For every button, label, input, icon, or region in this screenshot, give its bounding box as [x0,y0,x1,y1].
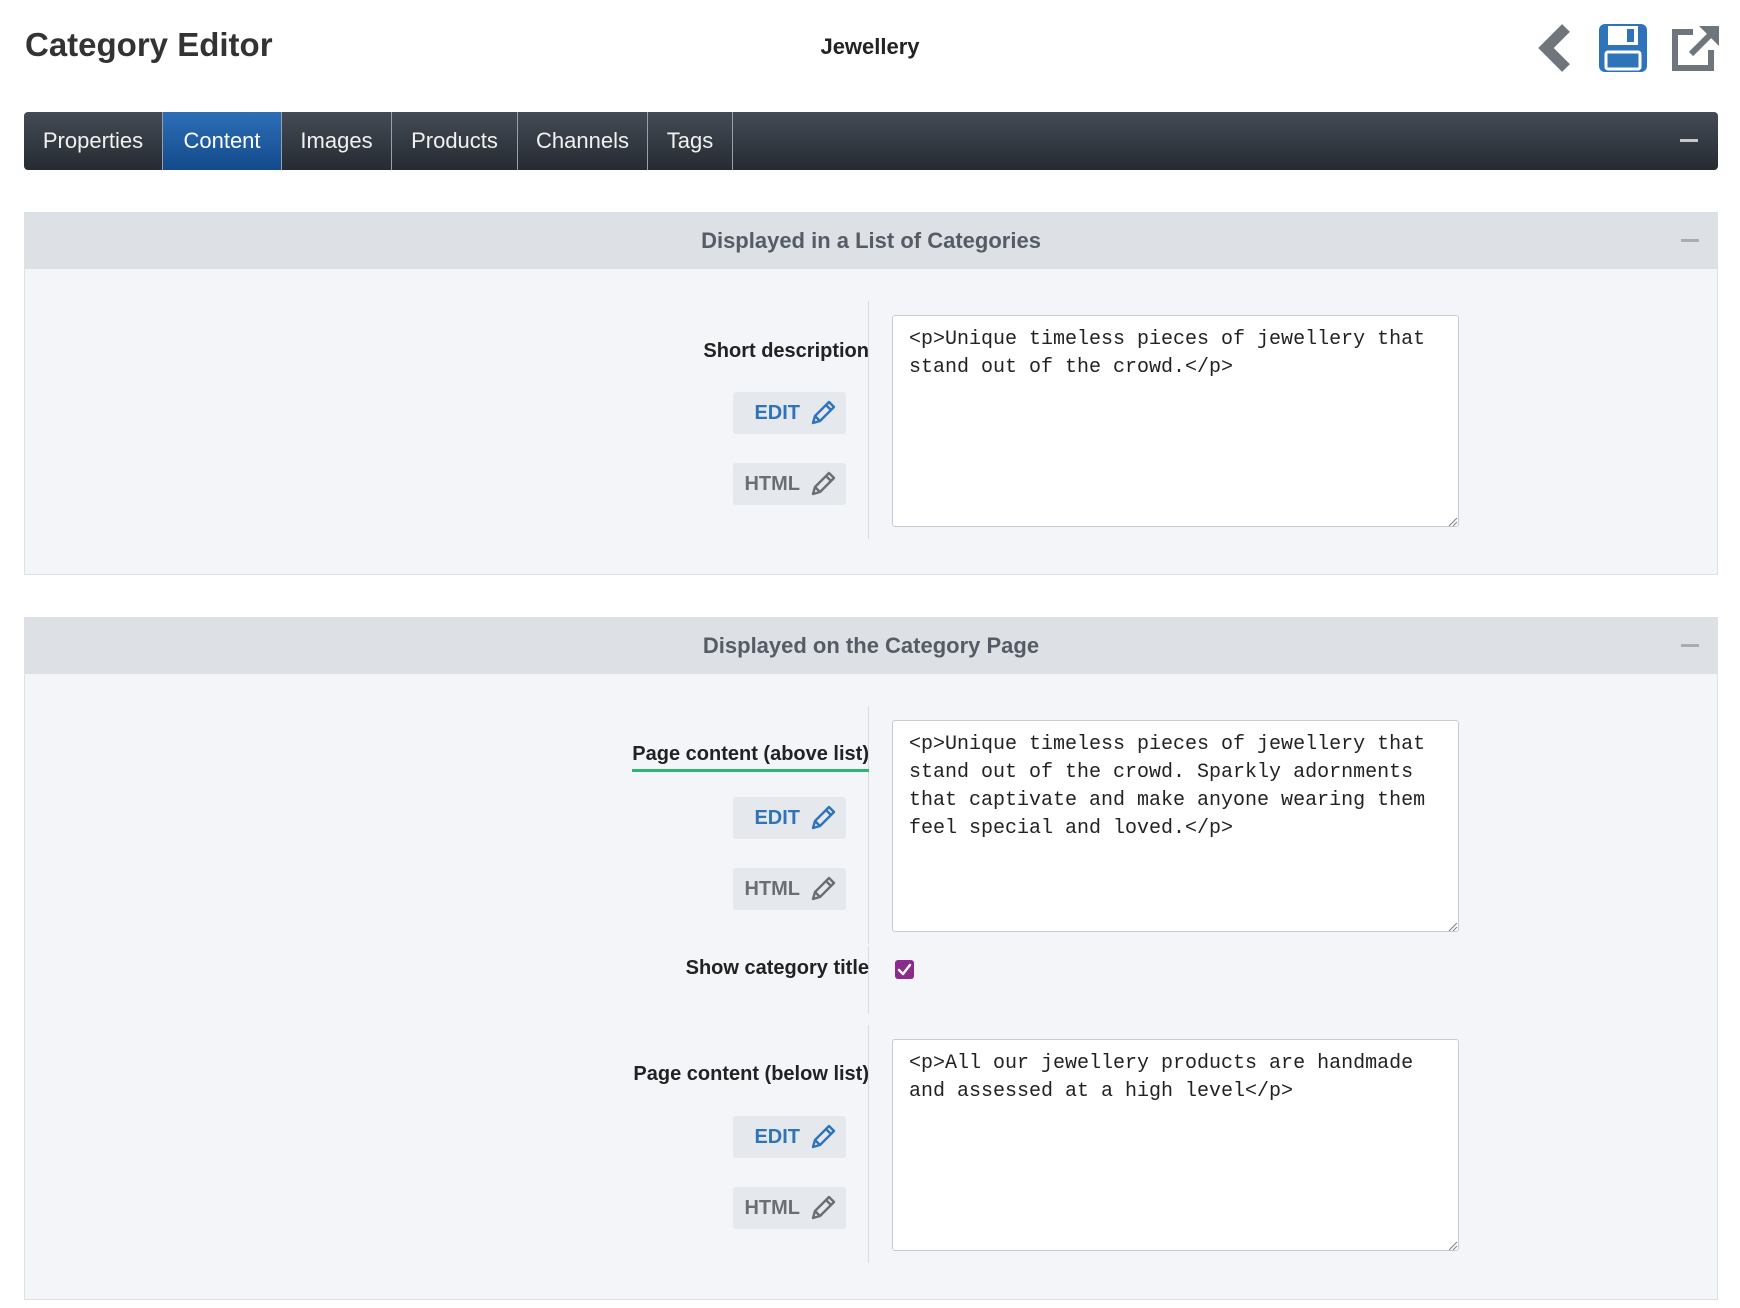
panel-collapse-button[interactable] [1681,239,1699,242]
pencil-icon [811,1124,836,1149]
panel-title: Displayed on the Category Page [702,633,1040,658]
column-divider [868,1025,869,1263]
edit-button-label: EDIT [754,1125,800,1148]
content-above-edit-button[interactable]: EDIT [733,797,846,839]
tab-bar: Properties Content Images Products Chann… [24,112,1718,170]
resize-grip-icon[interactable] [1446,1239,1458,1251]
content-above-label: Page content (above list) [632,743,869,772]
column-divider [868,301,869,539]
resize-grip-icon[interactable] [1446,515,1458,527]
html-button-label: HTML [744,472,800,495]
checkmark-icon [897,963,912,976]
floppy-disk-icon [1599,24,1647,72]
tab-content[interactable]: Content [163,112,282,170]
page-header: Category Editor Jewellery [0,0,1740,96]
pencil-icon [811,1195,836,1220]
chevron-left-icon [1538,24,1570,72]
panel-header: Displayed in a List of Categories [25,213,1717,269]
panel-header: Displayed on the Category Page [25,618,1717,674]
panel-title: Displayed in a List of Categories [701,228,1041,253]
panel-collapse-button[interactable] [1681,644,1699,647]
html-button-label: HTML [744,877,800,900]
tab-products[interactable]: Products [392,112,518,170]
tabbar-collapse-button[interactable] [1680,139,1698,142]
show-title-label: Show category title [685,957,869,979]
column-divider [868,706,869,944]
short-description-textarea[interactable]: <p>Unique timeless pieces of jewellery t… [892,315,1459,527]
tab-channels[interactable]: Channels [518,112,648,170]
show-title-checkbox[interactable] [895,960,914,979]
pencil-icon [811,876,836,901]
tab-properties[interactable]: Properties [24,112,163,170]
html-button-label: HTML [744,1196,800,1219]
content-below-label: Page content (below list) [633,1063,869,1085]
content-below-html-button[interactable]: HTML [733,1187,846,1229]
panel-category-page: Displayed on the Category Page Page cont… [24,617,1718,1300]
content-above-textarea[interactable]: <p>Unique timeless pieces of jewellery t… [892,720,1459,932]
edit-button-label: EDIT [754,401,800,424]
short-description-edit-button[interactable]: EDIT [733,392,846,434]
edit-button-label: EDIT [754,806,800,829]
tab-images[interactable]: Images [282,112,392,170]
open-in-new-button[interactable] [1669,22,1721,74]
pencil-icon [811,471,836,496]
save-button[interactable] [1597,22,1649,74]
category-name: Jewellery [820,34,920,59]
short-description-label: Short description [703,340,869,362]
content-above-html-button[interactable]: HTML [733,868,846,910]
back-button[interactable] [1532,22,1584,74]
tab-tags[interactable]: Tags [648,112,733,170]
resize-grip-icon[interactable] [1446,920,1458,932]
pencil-icon [811,805,836,830]
external-link-icon [1672,26,1719,71]
content-below-textarea[interactable]: <p>All our jewellery products are handma… [892,1039,1459,1251]
pencil-icon [811,400,836,425]
content-below-edit-button[interactable]: EDIT [733,1116,846,1158]
short-description-html-button[interactable]: HTML [733,463,846,505]
panel-list-of-categories: Displayed in a List of Categories Short … [24,212,1718,575]
